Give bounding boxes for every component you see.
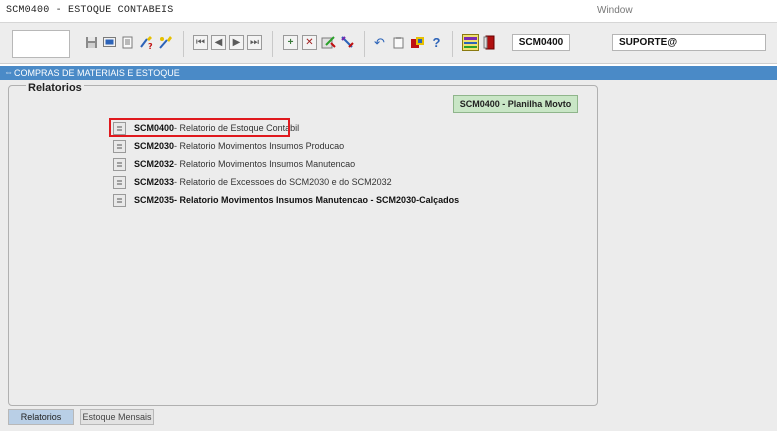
selection-highlight — [109, 118, 290, 137]
report-code: SCM2032 — [134, 159, 175, 169]
tools-icon[interactable] — [158, 35, 173, 50]
undo-icon[interactable]: ↶ — [372, 35, 387, 50]
toolbar: ? ⏮ ◀ ▶ ⏭ + ✕ ↶ ? SCM0400 SUPORTE@ — [0, 22, 777, 64]
clipboard-icon[interactable] — [391, 35, 406, 50]
save-icon[interactable] — [84, 35, 99, 50]
window-menu[interactable]: Window — [597, 5, 633, 16]
question-icon[interactable]: ? — [429, 35, 444, 50]
planilha-movto-button[interactable]: SCM0400 - Planilha Movto — [453, 95, 578, 113]
zoom-record-icon[interactable] — [340, 35, 355, 50]
report-item[interactable]: ≣ SCM2032 - Relatorio Movimentos Insumos… — [113, 156, 355, 172]
title-bar: SCM0400 - ESTOQUE CONTABEIS Window — [0, 0, 777, 22]
svg-text:?: ? — [148, 42, 153, 50]
logo-box — [12, 30, 70, 58]
toolbar-separator — [364, 31, 365, 57]
module-bar: ⇔ COMPRAS DE MATERIAIS E ESTOQUE — [0, 66, 777, 80]
navigate-icon[interactable] — [462, 34, 479, 51]
report-item[interactable]: ≣ SCM2035 - Relatorio Movimentos Insumos… — [113, 192, 459, 208]
panel-title: Relatorios — [26, 82, 84, 94]
last-record-icon[interactable]: ⏭ — [247, 35, 262, 50]
collapse-arrow-icon[interactable]: ⇔ — [4, 67, 13, 77]
report-desc: - Relatorio de Excessoes do SCM2030 e do… — [174, 177, 392, 187]
report-desc: - Relatorio Movimentos Insumos Manutenca… — [174, 195, 460, 205]
toolbar-separator — [452, 31, 453, 57]
toolbar-separator — [183, 31, 184, 57]
print-icon[interactable] — [120, 35, 135, 50]
report-code: SCM2033 — [134, 177, 175, 187]
report-item[interactable]: ≣ SCM2030 - Relatorio Movimentos Insumos… — [113, 138, 344, 154]
delete-record-icon[interactable]: ✕ — [302, 35, 317, 50]
report-desc: - Relatorio Movimentos Insumos Producao — [174, 141, 345, 151]
user-field[interactable]: SUPORTE@ — [612, 34, 766, 51]
report-desc: - Relatorio Movimentos Insumos Manutenca… — [174, 159, 356, 169]
report-code: SCM2035 — [134, 195, 175, 205]
first-record-icon[interactable]: ⏮ — [193, 35, 208, 50]
settings-icon[interactable] — [410, 35, 425, 50]
form-name-field[interactable]: SCM0400 — [512, 34, 570, 51]
reports-panel — [8, 85, 598, 406]
tab-estoque-mensais[interactable]: Estoque Mensais — [80, 409, 154, 425]
report-item[interactable]: ≣ SCM2033 - Relatorio de Excessoes do SC… — [113, 174, 392, 190]
report-icon: ≣ — [113, 175, 126, 189]
screen-icon[interactable] — [102, 35, 117, 50]
report-icon: ≣ — [113, 193, 126, 207]
prev-record-icon[interactable]: ◀ — [211, 35, 226, 50]
exit-icon[interactable] — [482, 35, 497, 50]
toolbar-separator — [272, 31, 273, 57]
window-title: SCM0400 - ESTOQUE CONTABEIS — [6, 5, 174, 16]
report-icon: ≣ — [113, 139, 126, 153]
next-record-icon[interactable]: ▶ — [229, 35, 244, 50]
tab-relatorios[interactable]: Relatorios — [8, 409, 74, 425]
report-icon: ≣ — [113, 157, 126, 171]
report-code: SCM2030 — [134, 141, 175, 151]
module-title: COMPRAS DE MATERIAIS E ESTOQUE — [14, 68, 180, 78]
edit-record-icon[interactable] — [321, 35, 336, 50]
help-wizard-icon[interactable]: ? — [139, 35, 154, 50]
insert-record-icon[interactable]: + — [283, 35, 298, 50]
